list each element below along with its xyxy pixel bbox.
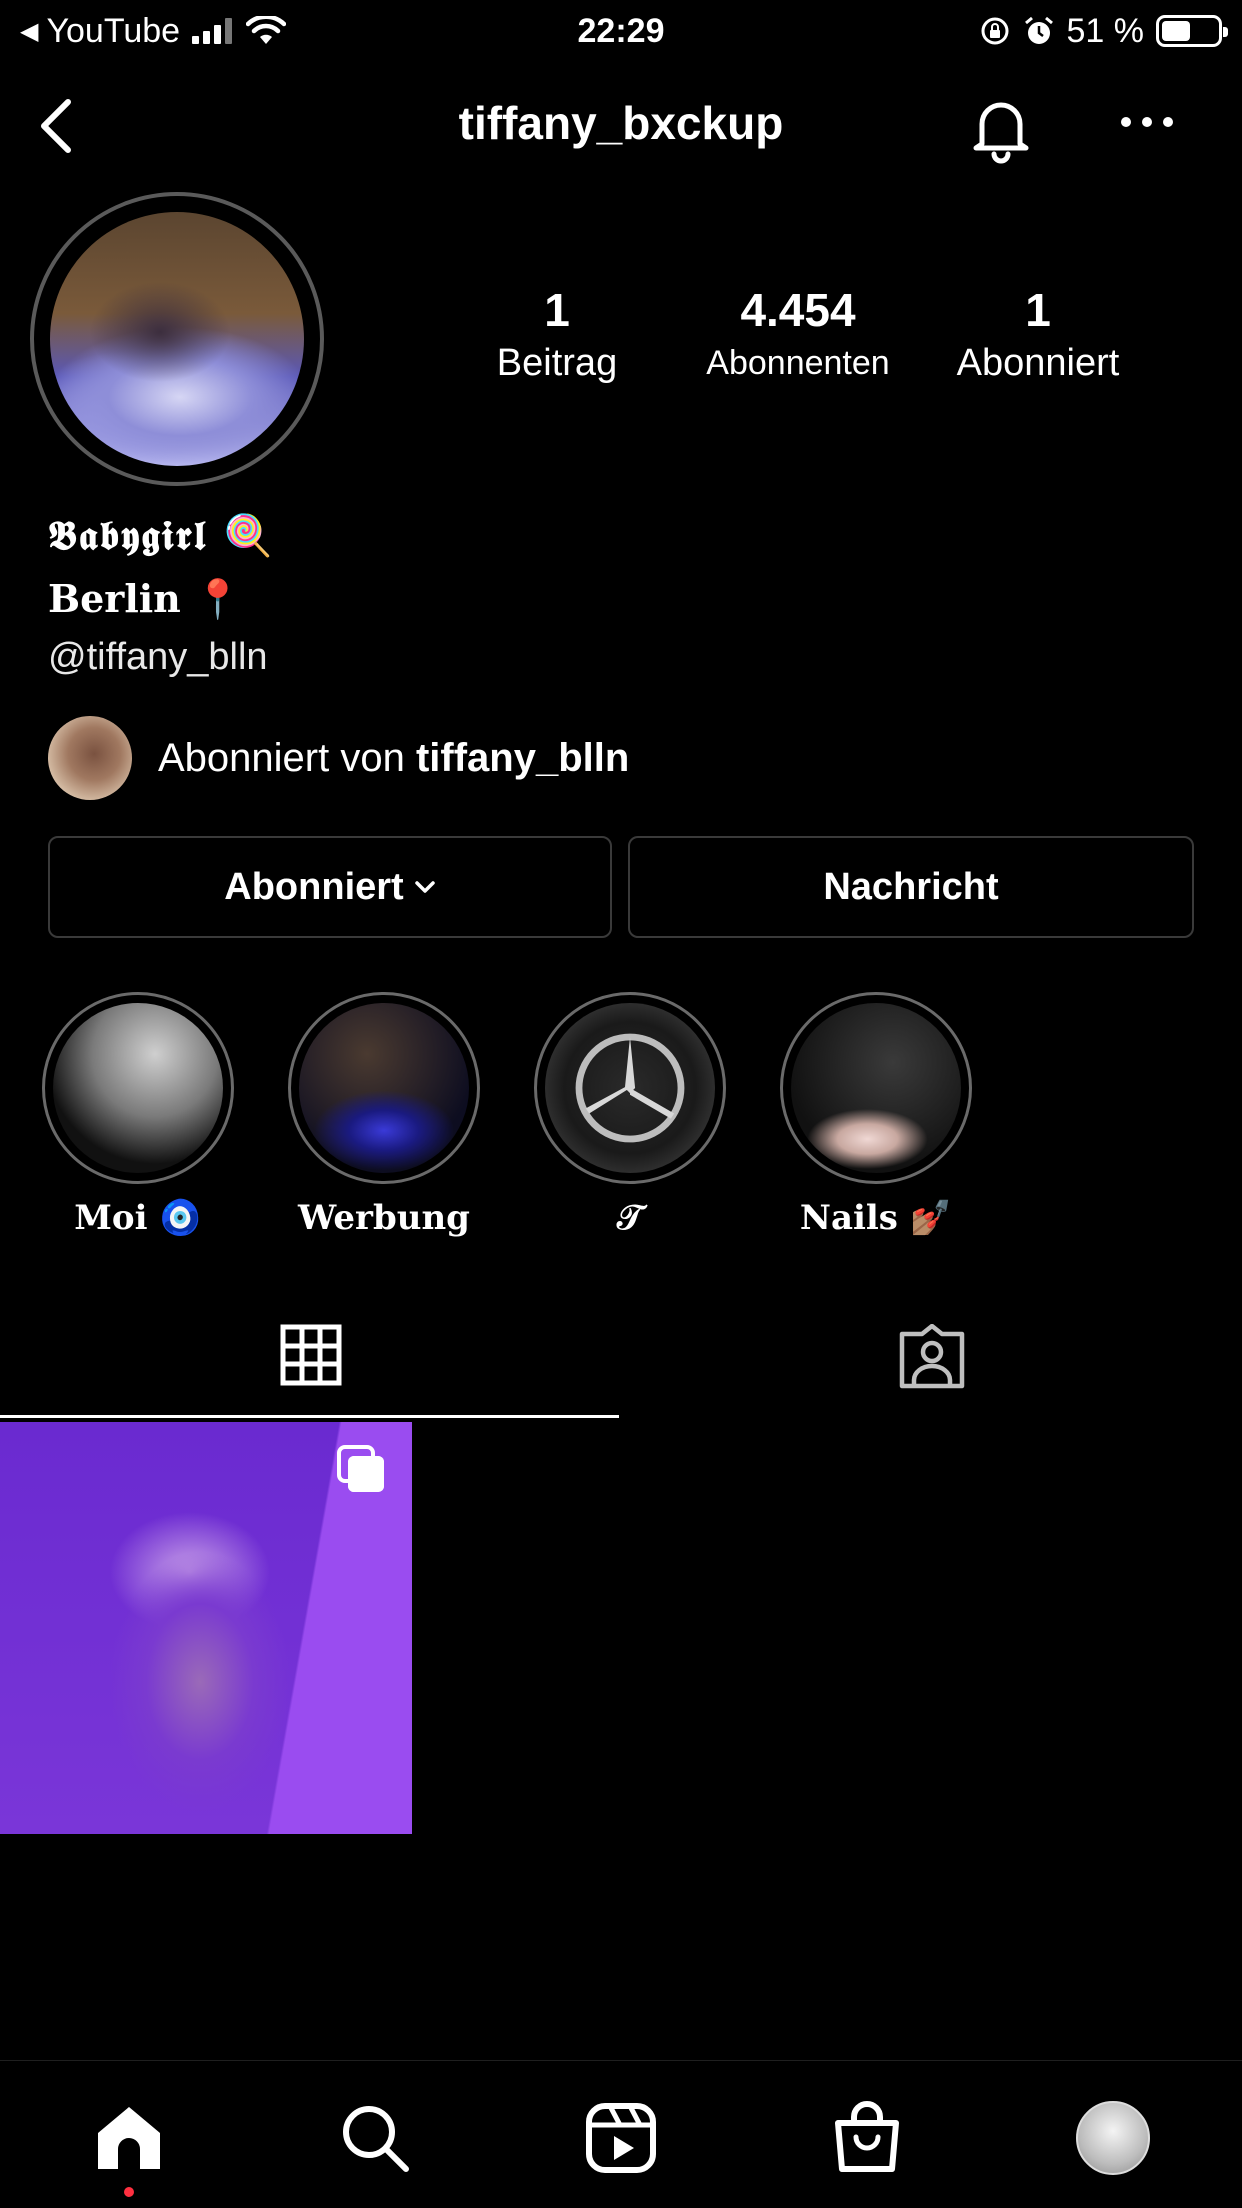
followers-count-value: 4.454 bbox=[740, 284, 856, 336]
following-count-label: Abonniert bbox=[956, 342, 1120, 384]
battery-fill bbox=[1162, 21, 1190, 41]
highlight-ring bbox=[42, 992, 234, 1184]
message-button[interactable]: Nachricht bbox=[628, 836, 1194, 938]
highlight-item[interactable]: Werbung bbox=[288, 992, 480, 1238]
tab-active-indicator bbox=[0, 1415, 619, 1418]
profile-tab-avatar[interactable] bbox=[1076, 2101, 1150, 2175]
profile-avatar[interactable] bbox=[30, 192, 324, 486]
message-button-label: Nachricht bbox=[823, 865, 999, 908]
highlight-label: 𝒯 bbox=[616, 1198, 644, 1238]
followers-count-label: Abonnenten bbox=[706, 344, 890, 382]
bio-location: Berlin 📍 bbox=[48, 576, 242, 621]
profile-header: tiffany_bxckup bbox=[0, 80, 1242, 172]
highlight-cover bbox=[299, 1003, 469, 1173]
status-bar-right: 51 % bbox=[979, 8, 1228, 54]
tagged-person-icon bbox=[899, 1324, 964, 1389]
notification-bell-icon[interactable] bbox=[966, 94, 1036, 164]
highlight-item[interactable]: Nails 💅🏽 bbox=[780, 992, 972, 1238]
posts-count-label: Beitrag bbox=[496, 342, 618, 384]
bottom-navigation bbox=[0, 2060, 1242, 2208]
following-count-value: 1 bbox=[1025, 284, 1051, 336]
profile-avatar-image bbox=[50, 212, 304, 466]
highlight-cover bbox=[791, 1003, 961, 1173]
following-button[interactable]: Abonniert bbox=[48, 836, 612, 938]
tab-posts-grid[interactable] bbox=[0, 1318, 621, 1418]
highlight-cover bbox=[53, 1003, 223, 1173]
chevron-down-icon bbox=[414, 881, 435, 893]
reels-icon[interactable] bbox=[584, 2101, 658, 2175]
following-button-label: Abonniert bbox=[224, 865, 404, 908]
posts-count[interactable]: 1 Beitrag bbox=[486, 284, 628, 388]
battery-percent: 51 % bbox=[1066, 11, 1145, 50]
followed-by-avatar bbox=[48, 716, 132, 800]
followed-by-username: tiffany_blln bbox=[415, 735, 630, 780]
highlight-item[interactable]: 𝒯 bbox=[534, 992, 726, 1238]
profile-username: tiffany_bxckup bbox=[458, 97, 784, 149]
bio-mention-link[interactable]: @tiffany_blln bbox=[48, 636, 268, 679]
highlight-item[interactable]: Moi 🧿 bbox=[42, 992, 234, 1238]
followed-by[interactable]: Abonniert von tiffany_blln bbox=[48, 716, 629, 800]
highlight-label: Nails 💅🏽 bbox=[799, 1198, 953, 1238]
home-icon[interactable] bbox=[92, 2101, 166, 2175]
status-bar: ◀ YouTube 22:29 51 % bbox=[0, 0, 1242, 62]
highlight-label: Moi 🧿 bbox=[74, 1198, 202, 1238]
battery-icon bbox=[1156, 15, 1228, 47]
bio-name: 𝕭𝖆𝖇𝖞𝖌𝖎𝖗𝖑 🍭 bbox=[48, 512, 276, 559]
followed-by-prefix: Abonniert von bbox=[158, 735, 416, 780]
more-options-icon[interactable] bbox=[1116, 102, 1178, 142]
highlight-label: Werbung bbox=[298, 1198, 470, 1238]
post-thumbnail[interactable] bbox=[0, 1422, 412, 1834]
shop-icon[interactable] bbox=[830, 2101, 904, 2175]
mercedes-star-icon bbox=[575, 1033, 685, 1143]
multiple-images-icon bbox=[337, 1445, 384, 1492]
rotation-lock-icon bbox=[981, 17, 1008, 45]
notification-dot bbox=[124, 2187, 134, 2197]
posts-count-value: 1 bbox=[544, 284, 570, 336]
search-icon[interactable] bbox=[338, 2101, 412, 2175]
grid-icon bbox=[280, 1324, 341, 1386]
highlight-ring bbox=[780, 992, 972, 1184]
tab-tagged[interactable] bbox=[621, 1318, 1242, 1418]
followers-count[interactable]: 4.454 Abonnenten bbox=[688, 284, 908, 388]
followed-by-text: Abonniert von tiffany_blln bbox=[158, 736, 629, 781]
highlight-ring bbox=[534, 992, 726, 1184]
highlight-cover bbox=[545, 1003, 715, 1173]
alarm-icon bbox=[1024, 16, 1053, 44]
following-count[interactable]: 1 Abonniert bbox=[940, 284, 1136, 388]
highlight-ring bbox=[288, 992, 480, 1184]
